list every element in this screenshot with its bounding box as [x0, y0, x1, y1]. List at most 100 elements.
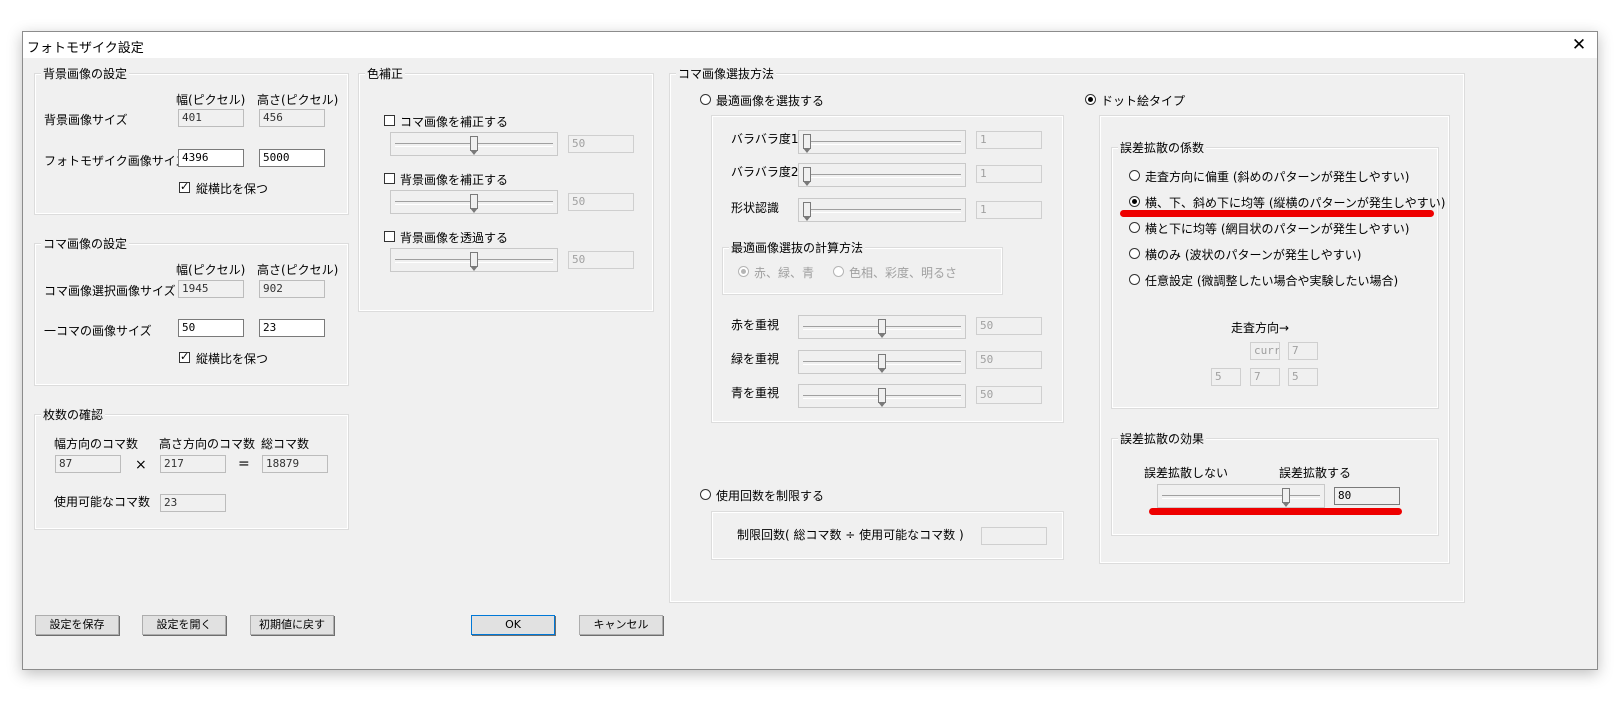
- dot-art-label: ドット絵タイプ: [1101, 94, 1186, 108]
- slider-thumb[interactable]: [878, 319, 886, 338]
- transparent-bg-value: 50: [568, 251, 634, 269]
- red-weight-value: 50: [976, 317, 1042, 335]
- bg-size-label: 背景画像サイズ: [44, 113, 128, 127]
- slider-track: [803, 141, 961, 145]
- bg-settings-title: 背景画像の設定: [41, 65, 130, 82]
- vert-count-field: 217: [160, 455, 226, 473]
- red-weight-label: 赤を重視: [731, 318, 780, 332]
- correct-bg-slider[interactable]: [390, 190, 558, 214]
- calc-method-group: 最適画像選抜の計算方法 赤、緑、青 色相、彩度、明るさ: [722, 239, 1003, 295]
- tile-settings-title: コマ画像の設定: [41, 235, 130, 252]
- green-weight-value: 50: [976, 351, 1042, 369]
- dot-art-radio[interactable]: [1085, 94, 1096, 105]
- correct-tile-checkbox[interactable]: [384, 115, 395, 126]
- dot-art-panel: 誤差拡散の係数 走査方向に偏重 (斜めのパターンが発生しやすい) 横、下、斜め下…: [1099, 115, 1450, 564]
- count-check-group: 枚数の確認 幅方向のコマ数 高さ方向のコマ数 総コマ数 87 × 217 = 1…: [34, 406, 349, 530]
- tile-size-label: 一コマの画像サイズ: [44, 324, 152, 338]
- tile-col-width-header: 幅(ピクセル): [176, 263, 246, 277]
- tile-keep-ratio-checkbox[interactable]: [179, 350, 190, 363]
- reset-defaults-button[interactable]: 初期値に戻す: [250, 615, 334, 635]
- coef-option-label-2: 横、下、斜め下に均等 (縦横のパターンが発生しやすい): [1145, 196, 1446, 210]
- coef-option-radio-4[interactable]: [1129, 248, 1140, 259]
- tile-select-height-field: 902: [259, 280, 325, 298]
- kernel-curr: curr: [1250, 342, 1280, 360]
- color-correction-group: 色補正 コマ画像を補正する 50 背景画像を補正する 50 背景画像を透過する …: [358, 65, 654, 312]
- calc-method-title: 最適画像選抜の計算方法: [729, 239, 866, 256]
- slider-thumb[interactable]: [803, 202, 811, 221]
- title-bar: フォトモザイク設定 ✕: [23, 32, 1597, 58]
- coef-option-radio-5[interactable]: [1129, 274, 1140, 285]
- total-count-field: 18879: [262, 455, 328, 473]
- limit-value: [981, 527, 1047, 545]
- scan-direction-label: 走査方向→: [1231, 321, 1290, 335]
- limit-usage-label: 使用回数を制限する: [716, 489, 825, 503]
- shape-value: 1: [976, 201, 1042, 219]
- bg-height-field: 456: [259, 109, 325, 127]
- slider-thumb[interactable]: [878, 354, 886, 373]
- annotation-underline-effect: [1149, 508, 1402, 515]
- slider-thumb[interactable]: [803, 134, 811, 153]
- correct-bg-value: 50: [568, 193, 634, 211]
- mosaic-width-input[interactable]: 4396: [178, 149, 244, 167]
- diffusion-effect-title: 誤差拡散の効果: [1118, 430, 1207, 447]
- coef-option-label-1: 走査方向に偏重 (斜めのパターンが発生しやすい): [1145, 170, 1410, 184]
- variation1-label: バラバラ度1: [731, 132, 799, 146]
- diffusion-effect-group: 誤差拡散の効果 誤差拡散しない 誤差拡散する 80: [1111, 430, 1439, 536]
- mosaic-size-label: フォトモザイク画像サイズ: [44, 154, 188, 168]
- calc-hsv-radio[interactable]: [833, 266, 844, 277]
- slider-thumb[interactable]: [803, 167, 811, 186]
- mosaic-height-input[interactable]: 5000: [259, 149, 325, 167]
- slider-thumb[interactable]: [1282, 488, 1290, 507]
- red-weight-slider[interactable]: [798, 315, 966, 339]
- coef-option-label-5: 任意設定 (微調整したい場合や実験したい場合): [1145, 274, 1399, 288]
- best-image-panel: バラバラ度1 1 バラバラ度2 1 形状認識 1 最適画像選抜の計算方法 赤、緑…: [711, 115, 1064, 423]
- tile-select-size-label: コマ画像選択画像サイズ: [44, 284, 176, 298]
- coef-option-label-3: 横と下に均等 (網目状のパターンが発生しやすい): [1145, 222, 1410, 236]
- diffusion-coef-title: 誤差拡散の係数: [1118, 139, 1207, 156]
- blue-weight-slider[interactable]: [798, 384, 966, 408]
- diffusion-effect-slider[interactable]: [1157, 484, 1325, 508]
- save-settings-button[interactable]: 設定を保存: [35, 615, 119, 635]
- coef-option-radio-2[interactable]: [1129, 196, 1140, 207]
- vert-count-label: 高さ方向のコマ数: [159, 437, 256, 451]
- coef-option-radio-1[interactable]: [1129, 170, 1140, 181]
- bg-col-height-header: 高さ(ピクセル): [257, 93, 339, 107]
- slider-track: [803, 209, 961, 213]
- coef-option-radio-3[interactable]: [1129, 222, 1140, 233]
- shape-slider[interactable]: [798, 198, 966, 222]
- best-image-radio[interactable]: [700, 94, 711, 105]
- slider-thumb[interactable]: [878, 388, 886, 407]
- ok-button[interactable]: OK: [471, 615, 555, 635]
- slider-thumb[interactable]: [470, 194, 478, 213]
- variation1-slider[interactable]: [798, 130, 966, 154]
- horiz-count-label: 幅方向のコマ数: [54, 437, 139, 451]
- transparent-bg-slider[interactable]: [390, 248, 558, 272]
- limit-usage-radio[interactable]: [700, 489, 711, 500]
- correct-bg-checkbox[interactable]: [384, 173, 395, 184]
- limit-formula-label: 制限回数( 総コマ数 ÷ 使用可能なコマ数 ): [737, 528, 964, 542]
- close-icon[interactable]: ✕: [1561, 32, 1597, 58]
- variation2-slider[interactable]: [798, 163, 966, 187]
- green-weight-label: 緑を重視: [731, 352, 780, 366]
- effect-max-label: 誤差拡散する: [1279, 466, 1352, 480]
- window-title: フォトモザイク設定: [27, 41, 144, 56]
- correct-tile-slider[interactable]: [390, 132, 558, 156]
- cancel-button[interactable]: キャンセル: [579, 615, 663, 635]
- bg-settings-group: 背景画像の設定 幅(ピクセル) 高さ(ピクセル) 背景画像サイズ 401 456…: [34, 65, 349, 215]
- slider-thumb[interactable]: [470, 252, 478, 271]
- slider-thumb[interactable]: [470, 136, 478, 155]
- tile-width-input[interactable]: 50: [178, 319, 244, 337]
- bg-keep-ratio-checkbox[interactable]: [179, 180, 190, 193]
- calc-rgb-label: 赤、緑、青: [754, 266, 815, 280]
- slider-track: [803, 174, 961, 178]
- open-settings-button[interactable]: 設定を開く: [142, 615, 226, 635]
- tile-settings-group: コマ画像の設定 幅(ピクセル) 高さ(ピクセル) コマ画像選択画像サイズ 194…: [34, 235, 349, 386]
- diffusion-effect-value[interactable]: 80: [1334, 487, 1400, 505]
- green-weight-slider[interactable]: [798, 350, 966, 374]
- usable-count-label: 使用可能なコマ数: [54, 495, 151, 509]
- tile-col-height-header: 高さ(ピクセル): [257, 263, 339, 277]
- calc-rgb-radio[interactable]: [738, 266, 749, 277]
- correct-tile-label: コマ画像を補正する: [400, 115, 509, 129]
- tile-height-input[interactable]: 23: [259, 319, 325, 337]
- transparent-bg-checkbox[interactable]: [384, 231, 395, 242]
